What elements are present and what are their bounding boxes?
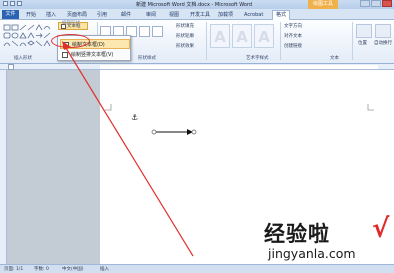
watermark-check-icon: √ [372, 214, 390, 244]
language-indicator[interactable]: 中文(中国) [62, 266, 84, 272]
page-count[interactable]: 页面: 1/1 [4, 266, 23, 272]
status-bar: 页面: 1/1 字数: 0 中文(中国) 插入 [0, 264, 394, 273]
watermark-url: jingyanla.com [268, 246, 356, 261]
watermark-brand: 经验啦 [264, 222, 330, 246]
watermark: 经验啦 √ jingyanla.com [258, 214, 394, 264]
word-count[interactable]: 字数: 0 [34, 266, 49, 272]
insert-mode-indicator[interactable]: 插入 [100, 266, 109, 272]
